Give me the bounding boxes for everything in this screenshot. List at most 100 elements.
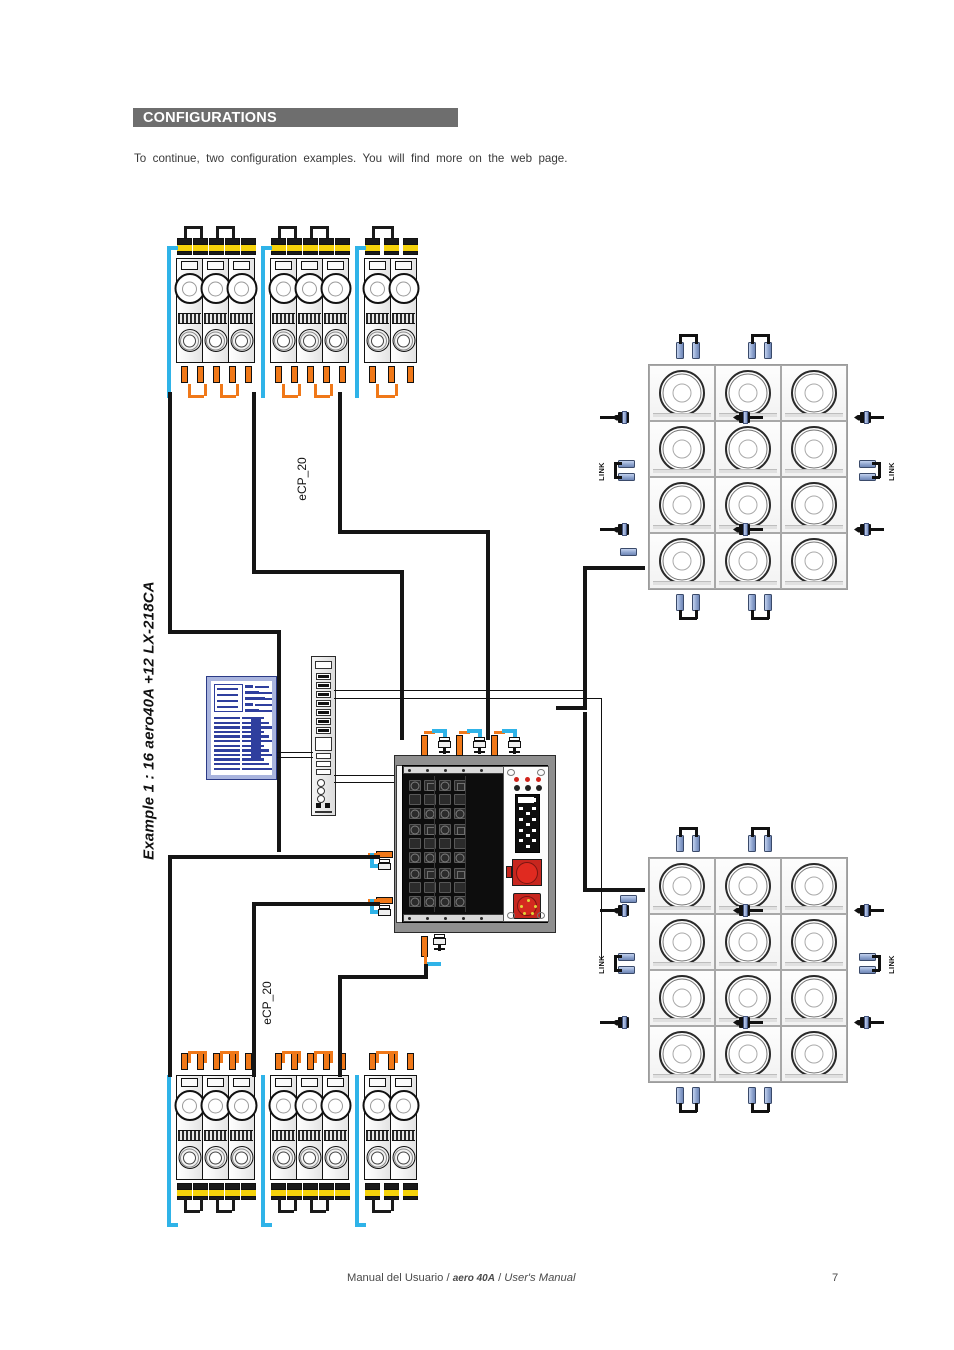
cabinet-grille-band [392, 313, 415, 324]
rack-outlet [439, 896, 451, 907]
woofer-cone-icon [226, 1090, 257, 1121]
cabinet-grille-band [272, 313, 295, 324]
woofer-cone-icon [388, 273, 419, 304]
subwoofer-cabinet-lx218ca [781, 1026, 847, 1082]
cabinet-rigging-bracket [207, 1078, 224, 1087]
rack-bank-divider [465, 776, 466, 912]
power-connector-orange [388, 366, 395, 383]
footer-product: aero 40A [452, 1273, 495, 1284]
speaker-cabinet-aero40a [226, 1075, 257, 1180]
cable-top-group3-v [338, 392, 343, 532]
xlr-connector [676, 835, 684, 852]
data-bus-stub [261, 1223, 272, 1227]
compression-driver-icon [324, 329, 347, 352]
subwoofer-cone-icon [791, 538, 837, 584]
laptop-label [245, 709, 259, 712]
cabinet-rigging-bracket [301, 1078, 318, 1087]
compression-driver-icon [272, 329, 295, 352]
section-heading-bar: CONFIGURATIONS [133, 108, 458, 127]
speaker-cabinet-aero40a [388, 258, 419, 363]
compression-driver-icon [298, 329, 321, 352]
cabinet-rail [719, 581, 777, 585]
rack-side-data-lead [370, 910, 380, 914]
status-led-dark [535, 785, 542, 791]
power-jumper-h [188, 395, 204, 398]
rack-side-data-drop [370, 899, 374, 912]
speaker-cabinet-aero40a [294, 1075, 325, 1180]
speakon-connector [303, 238, 318, 255]
cabinet-grille-band [366, 1130, 389, 1141]
switch-port-contact [318, 693, 329, 696]
switch-port [316, 753, 331, 759]
power-connector-orange [307, 1053, 314, 1070]
power-jumper-v [330, 384, 333, 396]
switch-port-contact [318, 675, 329, 678]
cabinet-rail [785, 1074, 843, 1078]
cabinet-grille-band [272, 1130, 295, 1141]
xlr-connector [748, 342, 756, 359]
connector-leg [513, 748, 516, 754]
power-jumper-v [298, 1051, 301, 1063]
subwoofer-cone-icon [725, 975, 771, 1021]
cabinet-rail [653, 1018, 711, 1022]
speakon-connector [209, 1183, 224, 1200]
footer-sep-1: / [443, 1272, 453, 1284]
cable-rack-to-topsubs-stub [556, 706, 587, 711]
connector-body [433, 938, 446, 945]
rack-input-data-drop [513, 729, 517, 737]
cabinet-grille-band [324, 1130, 347, 1141]
emergency-stop-button[interactable] [512, 859, 542, 886]
power-jumper-h [376, 1051, 395, 1054]
laptop-label [245, 697, 265, 700]
connector-cap [509, 737, 520, 741]
subwoofer-cabinet-lx218ca [715, 914, 781, 970]
power-jumper-h [314, 1051, 330, 1054]
laptop-highlight-block [251, 717, 261, 761]
control-laptop [206, 676, 277, 780]
rack-side-power-plug [376, 897, 393, 904]
meter-segment [519, 817, 523, 821]
powercon-lead [870, 909, 884, 912]
cabinet-grille-band [298, 313, 321, 324]
speakon-jumper-v [391, 1199, 394, 1211]
switch-indicator-dot [317, 787, 325, 795]
rack-side-power-plug [376, 851, 393, 858]
laptop-value-line [259, 710, 272, 712]
power-jumper-h [314, 395, 330, 398]
cabinet-rail [785, 413, 843, 417]
cabinet-rail [785, 1018, 843, 1022]
xlr-connector [692, 835, 700, 852]
subwoofer-cabinet-lx218ca [649, 858, 715, 914]
cable-rack-to-botsubs-v [583, 712, 588, 888]
rack-output-connector [433, 934, 446, 951]
speakon-connector [225, 238, 240, 255]
subwoofer-cone-icon [791, 863, 837, 909]
xlr-lead-h [679, 827, 697, 830]
speaker-group [174, 1075, 257, 1180]
link-jumper-bottom [872, 969, 880, 972]
connector-foot [509, 751, 520, 754]
meter-segment [532, 828, 536, 832]
subwoofer-cone-icon [725, 919, 771, 965]
subwoofer-cone-icon [659, 370, 705, 416]
cabinet-rigging-bracket [301, 261, 318, 270]
compression-driver-icon [324, 1146, 347, 1169]
laptop-value-line [263, 698, 272, 700]
power-connector-orange [213, 1053, 220, 1070]
power-connector-orange [323, 366, 330, 383]
ecp20-label-top-wrap: eCP_20 [272, 436, 332, 526]
speakon-connector [403, 238, 418, 255]
rail-screw-hole [480, 769, 483, 772]
power-jumper-v [298, 384, 301, 396]
cable-bot-group3-h [338, 975, 428, 980]
sub-feed-xlr [620, 548, 637, 556]
speakon-jumper-v [326, 1199, 329, 1211]
subwoofer-cabinet-lx218ca [649, 533, 715, 589]
power-distribution-rack [394, 755, 556, 933]
meter-segment [525, 823, 530, 827]
ctrl-line-laptop-switch [277, 752, 313, 754]
xlr-connector [748, 1087, 756, 1104]
rack-input-data-lead [467, 729, 481, 733]
speaker-cabinet-aero40a [320, 1075, 351, 1180]
rack-input-data-lead [502, 729, 516, 733]
